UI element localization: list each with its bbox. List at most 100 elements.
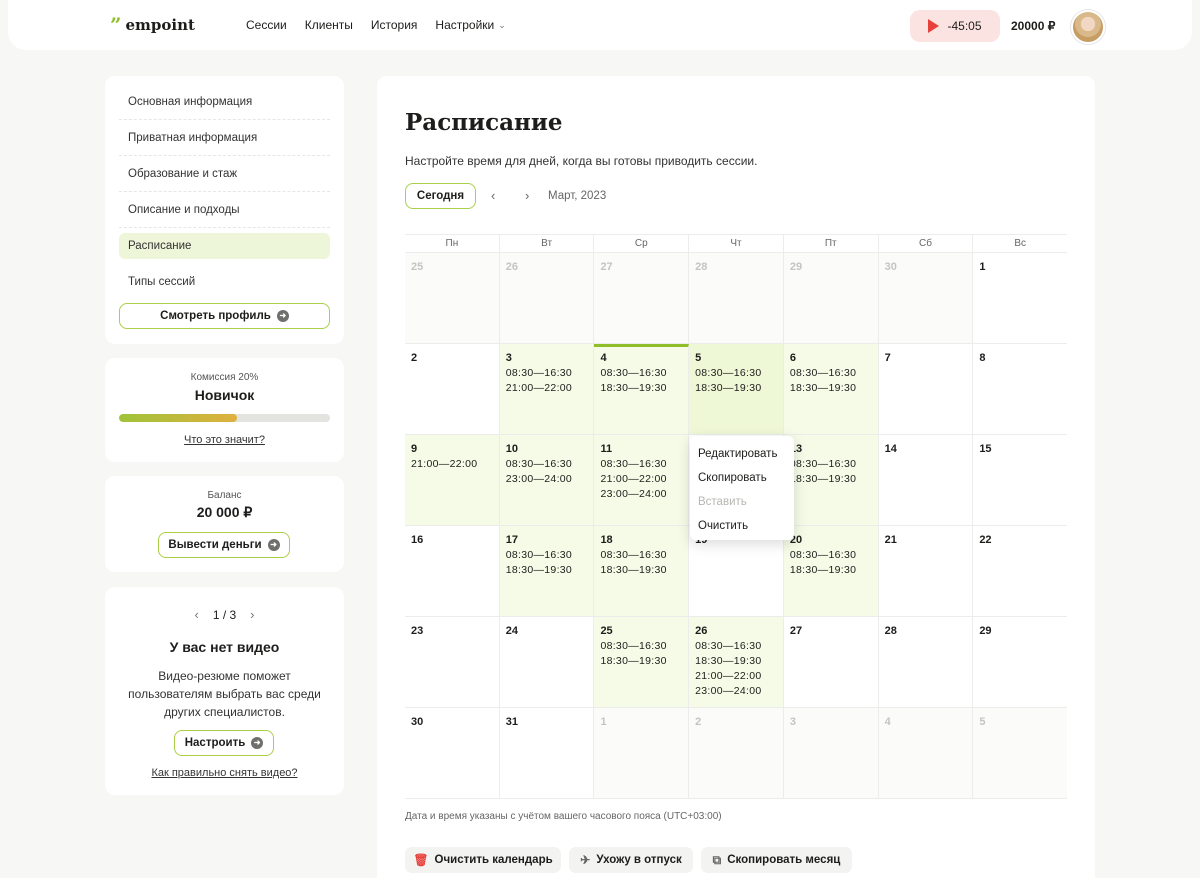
calendar-day[interactable]: 1 bbox=[594, 708, 690, 798]
calendar-day[interactable]: 5 08:30—16:30 18:30—19:30 bbox=[689, 344, 784, 434]
view-profile-button[interactable]: Смотреть профиль ➜ bbox=[119, 303, 330, 329]
menu-item-schedule[interactable]: Расписание bbox=[119, 233, 330, 259]
video-title: У вас нет видео bbox=[169, 639, 280, 655]
calendar-day[interactable]: 31 bbox=[500, 708, 595, 798]
calendar-day[interactable]: 7 bbox=[879, 344, 974, 434]
timezone-note: Дата и время указаны с учётом вашего час… bbox=[405, 811, 722, 822]
calendar-day[interactable]: 3 08:30—16:30 21:00—22:00 bbox=[499, 344, 595, 434]
what-does-it-mean-link[interactable]: Что это значит? bbox=[105, 434, 344, 446]
calendar-day[interactable]: 4 08:30—16:30 18:30—19:30 bbox=[594, 344, 690, 434]
next-month-icon[interactable]: › bbox=[525, 188, 529, 203]
video-setup-button[interactable]: Настроить ➜ bbox=[174, 730, 274, 756]
balance-card: Баланс 20 000 ₽ Вывести деньги ➜ bbox=[105, 476, 344, 572]
day-number: 5 bbox=[979, 716, 986, 728]
calendar-day[interactable]: 26 08:30—16:30 18:30—19:30 21:00—22:00 23:00… bbox=[689, 617, 784, 707]
calendar-day[interactable]: 20 08:30—16:30 18:30—19:30 bbox=[783, 526, 879, 616]
calendar-day[interactable]: 6 08:30—16:30 18:30—19:30 bbox=[783, 344, 879, 434]
calendar-day[interactable]: 30 bbox=[405, 708, 500, 798]
ctx-edit[interactable]: Редактировать bbox=[690, 442, 794, 466]
calendar-day[interactable]: 28 bbox=[689, 253, 784, 343]
calendar-day[interactable]: 16 bbox=[405, 526, 500, 616]
calendar-day[interactable]: 24 bbox=[500, 617, 595, 707]
calendar-day[interactable]: 27 bbox=[784, 617, 879, 707]
day-number: 25 bbox=[600, 625, 613, 637]
withdraw-label: Вывести деньги bbox=[168, 539, 262, 551]
header-balance[interactable]: 20000 ₽ bbox=[1011, 19, 1055, 33]
current-month: Март, 2023 bbox=[548, 190, 607, 202]
calendar-day[interactable]: 14 bbox=[879, 435, 974, 525]
clear-calendar-button[interactable]: 🗑 Очистить календарь bbox=[405, 847, 561, 873]
calendar-day[interactable]: 22 bbox=[973, 526, 1067, 616]
menu-item-private-info[interactable]: Приватная информация bbox=[119, 120, 330, 156]
copy-month-button[interactable]: ⧉ Скопировать месяц bbox=[701, 847, 852, 873]
chevron-left-icon[interactable]: ‹ bbox=[194, 607, 198, 622]
menu-item-session-types[interactable]: Типы сессий bbox=[119, 264, 330, 300]
day-number: 23 bbox=[411, 625, 424, 637]
day-number: 30 bbox=[884, 261, 897, 273]
ctx-copy[interactable]: Скопировать bbox=[690, 466, 794, 490]
chevron-down-icon: ⌄ bbox=[498, 19, 506, 30]
calendar-day[interactable]: 13 08:30—16:30 18:30—19:30 bbox=[783, 435, 879, 525]
nav-sessions[interactable]: Сессии bbox=[246, 18, 287, 32]
weekday-label: Пт bbox=[784, 235, 879, 252]
calendar-day[interactable]: 9 21:00—22:00 bbox=[405, 435, 500, 525]
day-number: 10 bbox=[505, 443, 518, 455]
menu-item-education[interactable]: Образование и стаж bbox=[119, 156, 330, 192]
chevron-right-icon[interactable]: › bbox=[250, 607, 254, 622]
calendar-day[interactable]: 3 bbox=[783, 708, 879, 798]
day-number: 13 bbox=[789, 443, 803, 455]
trash-icon: 🗑 bbox=[413, 853, 429, 867]
arrow-right-icon: ➜ bbox=[267, 539, 280, 551]
calendar-day[interactable]: 2 bbox=[689, 708, 784, 798]
nav-history[interactable]: История bbox=[371, 18, 418, 32]
today-button[interactable]: Сегодня bbox=[405, 183, 476, 209]
calendar-day[interactable]: 25 bbox=[405, 253, 500, 343]
calendar-day[interactable]: 25 08:30—16:30 18:30—19:30 bbox=[594, 617, 690, 707]
calendar-day[interactable]: 26 bbox=[499, 253, 595, 343]
calendar-day[interactable]: 2 bbox=[405, 344, 500, 434]
nav-settings[interactable]: Настройки ⌄ bbox=[435, 18, 505, 32]
calendar-day[interactable]: 27 bbox=[594, 253, 690, 343]
day-number: 1 bbox=[979, 261, 986, 273]
day-number: 28 bbox=[884, 625, 897, 637]
calendar-day[interactable]: 28 bbox=[879, 617, 974, 707]
calendar-day[interactable]: 8 bbox=[973, 344, 1067, 434]
how-to-record-link[interactable]: Как правильно снять видео? bbox=[105, 767, 344, 779]
video-card: ‹ 1 / 3 › У вас нет видео Видео-резюме п… bbox=[105, 587, 344, 795]
avatar[interactable] bbox=[1071, 10, 1105, 44]
calendar-day[interactable]: 21 bbox=[879, 526, 974, 616]
vacation-button[interactable]: ✈ Ухожу в отпуск bbox=[569, 847, 693, 873]
calendar-day[interactable]: 11 08:30—16:30 21:00—22:00 23:00—24:00 bbox=[594, 435, 690, 525]
calendar-day[interactable]: 5 bbox=[973, 708, 1068, 798]
menu-item-description[interactable]: Описание и подходы bbox=[119, 192, 330, 228]
withdraw-button[interactable]: Вывести деньги ➜ bbox=[158, 532, 290, 558]
logo[interactable]: ” empoint bbox=[110, 15, 195, 35]
prev-month-icon[interactable]: ‹ bbox=[491, 188, 495, 203]
calendar-day[interactable]: 29 bbox=[973, 617, 1067, 707]
calendar-day[interactable]: 18 08:30—16:30 18:30—19:30 bbox=[594, 526, 690, 616]
calendar-day[interactable]: 23 bbox=[405, 617, 500, 707]
arrow-right-icon: ➜ bbox=[276, 310, 289, 322]
calendar-day[interactable]: 15 bbox=[973, 435, 1067, 525]
time-slot: 18:30—19:30 bbox=[695, 382, 762, 394]
weekday-label: Сб bbox=[879, 235, 974, 252]
session-timer[interactable]: -45:05 bbox=[910, 10, 1000, 42]
time-slot: 08:30—16:30 bbox=[600, 367, 667, 379]
settings-menu: Основная информация Приватная информация… bbox=[105, 76, 344, 344]
calendar-day[interactable]: 1 bbox=[973, 253, 1067, 343]
weekday-header: Пн Вт Ср Чт Пт Сб Вс bbox=[405, 234, 1067, 253]
calendar-day[interactable]: 10 08:30—16:30 23:00—24:00 bbox=[499, 435, 595, 525]
menu-item-main-info[interactable]: Основная информация bbox=[119, 84, 330, 120]
time-slot: 21:00—22:00 bbox=[411, 458, 478, 470]
time-slot: 18:30—19:30 bbox=[505, 564, 573, 576]
time-slot: 21:00—22:00 bbox=[505, 382, 573, 394]
calendar-day[interactable]: 30 bbox=[878, 253, 974, 343]
nav-clients[interactable]: Клиенты bbox=[305, 18, 353, 32]
day-number: 24 bbox=[505, 625, 518, 637]
ctx-clear[interactable]: Очистить bbox=[690, 514, 794, 538]
airplane-icon: ✈ bbox=[580, 853, 591, 867]
level-progress-bar bbox=[119, 414, 330, 422]
calendar-day[interactable]: 29 bbox=[783, 253, 879, 343]
calendar-day[interactable]: 17 08:30—16:30 18:30—19:30 bbox=[499, 526, 595, 616]
calendar-day[interactable]: 4 bbox=[878, 708, 974, 798]
